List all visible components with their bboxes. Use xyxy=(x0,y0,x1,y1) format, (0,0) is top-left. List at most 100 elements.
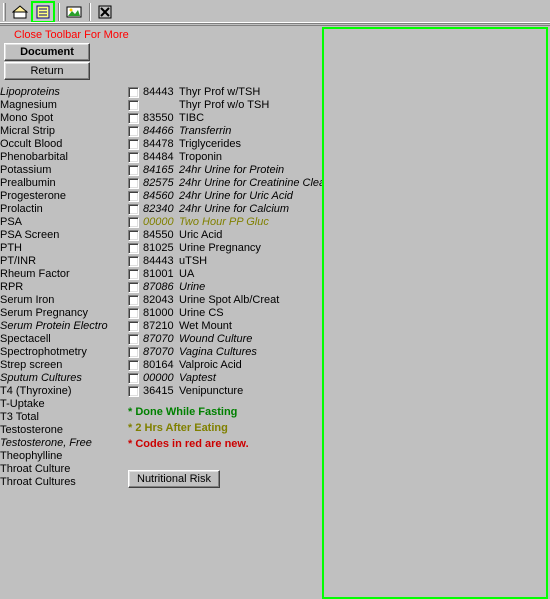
test-checkbox[interactable] xyxy=(128,191,139,202)
test-checkbox[interactable] xyxy=(128,230,139,241)
note-after_eating: * 2 Hrs After Eating xyxy=(128,420,322,436)
test-checkbox[interactable] xyxy=(128,113,139,124)
test-checkbox[interactable] xyxy=(128,243,139,254)
toolbar-separator-2 xyxy=(89,3,91,21)
test-checkbox[interactable] xyxy=(128,295,139,306)
test-checkbox[interactable] xyxy=(128,269,139,280)
test-checkbox[interactable] xyxy=(128,204,139,215)
test-code: 84443 xyxy=(143,255,179,268)
test-name: Two Hour PP Gluc xyxy=(179,216,322,229)
test-row: 82043Urine Spot Alb/Creat xyxy=(128,294,322,307)
test-checkbox[interactable] xyxy=(128,100,139,111)
lab-text: Spectrophotmetry xyxy=(0,346,87,359)
test-code: 81000 xyxy=(143,307,179,320)
test-checkbox[interactable] xyxy=(128,334,139,345)
test-checkbox[interactable] xyxy=(128,152,139,163)
test-row: 81025Urine Pregnancy xyxy=(128,242,322,255)
test-checkbox[interactable] xyxy=(128,360,139,371)
lab-label: Serum Pregnancy xyxy=(0,307,120,320)
button-stack: Document Return xyxy=(0,43,322,80)
test-row: 84443Thyr Prof w/TSH xyxy=(128,86,322,99)
test-checkbox[interactable] xyxy=(128,282,139,293)
test-name: uTSH xyxy=(179,255,322,268)
test-row: 84443uTSH xyxy=(128,255,322,268)
test-checkbox[interactable] xyxy=(128,139,139,150)
test-code: 82575 xyxy=(143,177,179,190)
lab-text: Phenobarbital xyxy=(0,151,68,164)
test-name: Thyr Prof w/TSH xyxy=(179,86,322,99)
test-checkbox[interactable] xyxy=(128,373,139,384)
test-checkbox[interactable] xyxy=(128,178,139,189)
lab-text: T4 (Thyroxine) xyxy=(0,385,72,398)
test-row: 84478Triglycerides xyxy=(128,138,322,151)
test-code: 82043 xyxy=(143,294,179,307)
lab-label: Phenobarbital xyxy=(0,151,120,164)
test-row: 87086Urine xyxy=(128,281,322,294)
lab-label: PT/INR xyxy=(0,255,120,268)
lab-text: Serum Pregnancy xyxy=(0,307,88,320)
toolbar-btn-2[interactable] xyxy=(32,2,54,22)
lab-text: Prolactin xyxy=(0,203,43,216)
test-row: 84484Troponin xyxy=(128,151,322,164)
lab-text: Spectacell xyxy=(0,333,51,346)
test-checkbox[interactable] xyxy=(128,308,139,319)
test-checkbox[interactable] xyxy=(128,347,139,358)
test-name: Wound Culture xyxy=(179,333,322,346)
test-code: 00000 xyxy=(143,372,179,385)
test-row: 84550Uric Acid xyxy=(128,229,322,242)
nutritional-risk-button[interactable]: Nutritional Risk xyxy=(128,470,220,488)
test-checkbox[interactable] xyxy=(128,165,139,176)
test-name: Urine Spot Alb/Creat xyxy=(179,294,322,307)
lab-text: Mono Spot xyxy=(0,112,53,125)
test-code: 87210 xyxy=(143,320,179,333)
test-name: Vaptest xyxy=(179,372,322,385)
lab-text: RPR xyxy=(0,281,23,294)
test-name: Urine xyxy=(179,281,322,294)
lab-label: Spectrophotmetry xyxy=(0,346,120,359)
test-row: 36415Venipuncture xyxy=(128,385,322,398)
lab-label: PTH xyxy=(0,242,120,255)
return-button[interactable]: Return xyxy=(4,62,90,80)
test-checkbox[interactable] xyxy=(128,386,139,397)
test-row: 8257524hr Urine for Creatinine Clear xyxy=(128,177,322,190)
lab-label: Progesterone xyxy=(0,190,120,203)
test-name: TIBC xyxy=(179,112,322,125)
lab-text: Serum Iron xyxy=(0,294,54,307)
lab-label: RPR xyxy=(0,281,120,294)
lab-label: Theophylline xyxy=(0,450,120,463)
labs-column: LipoproteinsMagnesiumMono SpotMicral Str… xyxy=(0,86,120,489)
lab-label: Magnesium xyxy=(0,99,120,112)
lab-text: Prealbumin xyxy=(0,177,56,190)
test-checkbox[interactable] xyxy=(128,256,139,267)
test-checkbox[interactable] xyxy=(128,126,139,137)
test-code: 87070 xyxy=(143,333,179,346)
nutritional-risk-wrap: Nutritional Risk xyxy=(128,470,322,488)
home-icon xyxy=(12,4,28,20)
test-name: UA xyxy=(179,268,322,281)
toolbar-separator xyxy=(58,3,60,21)
lab-label: Spectacell xyxy=(0,333,120,346)
lab-label: Throat Culture xyxy=(0,463,120,476)
test-name: Urine CS xyxy=(179,307,322,320)
lab-label: Serum Protein Electro xyxy=(0,320,120,333)
lab-text: PSA Screen xyxy=(0,229,59,242)
test-name: Triglycerides xyxy=(179,138,322,151)
note-fasting: * Done While Fasting xyxy=(128,404,322,420)
columns: LipoproteinsMagnesiumMono SpotMicral Str… xyxy=(0,86,322,599)
test-name: 24hr Urine for Protein xyxy=(179,164,322,177)
test-name: 24hr Urine for Uric Acid xyxy=(179,190,322,203)
lab-text: Throat Cultures xyxy=(0,476,76,489)
test-checkbox[interactable] xyxy=(128,321,139,332)
test-checkbox[interactable] xyxy=(128,87,139,98)
lab-label: T4 (Thyroxine) xyxy=(0,385,120,398)
test-code: 84466 xyxy=(143,125,179,138)
test-checkbox[interactable] xyxy=(128,217,139,228)
test-row: 00000Vaptest xyxy=(128,372,322,385)
toolbar-btn-1[interactable] xyxy=(9,2,31,22)
toolbar-btn-3[interactable] xyxy=(63,2,85,22)
toolbar-btn-close[interactable] xyxy=(94,2,116,22)
test-code: 87070 xyxy=(143,346,179,359)
lab-label: Testosterone, Free xyxy=(0,437,120,450)
test-name: Venipuncture xyxy=(179,385,322,398)
document-button[interactable]: Document xyxy=(4,43,90,61)
